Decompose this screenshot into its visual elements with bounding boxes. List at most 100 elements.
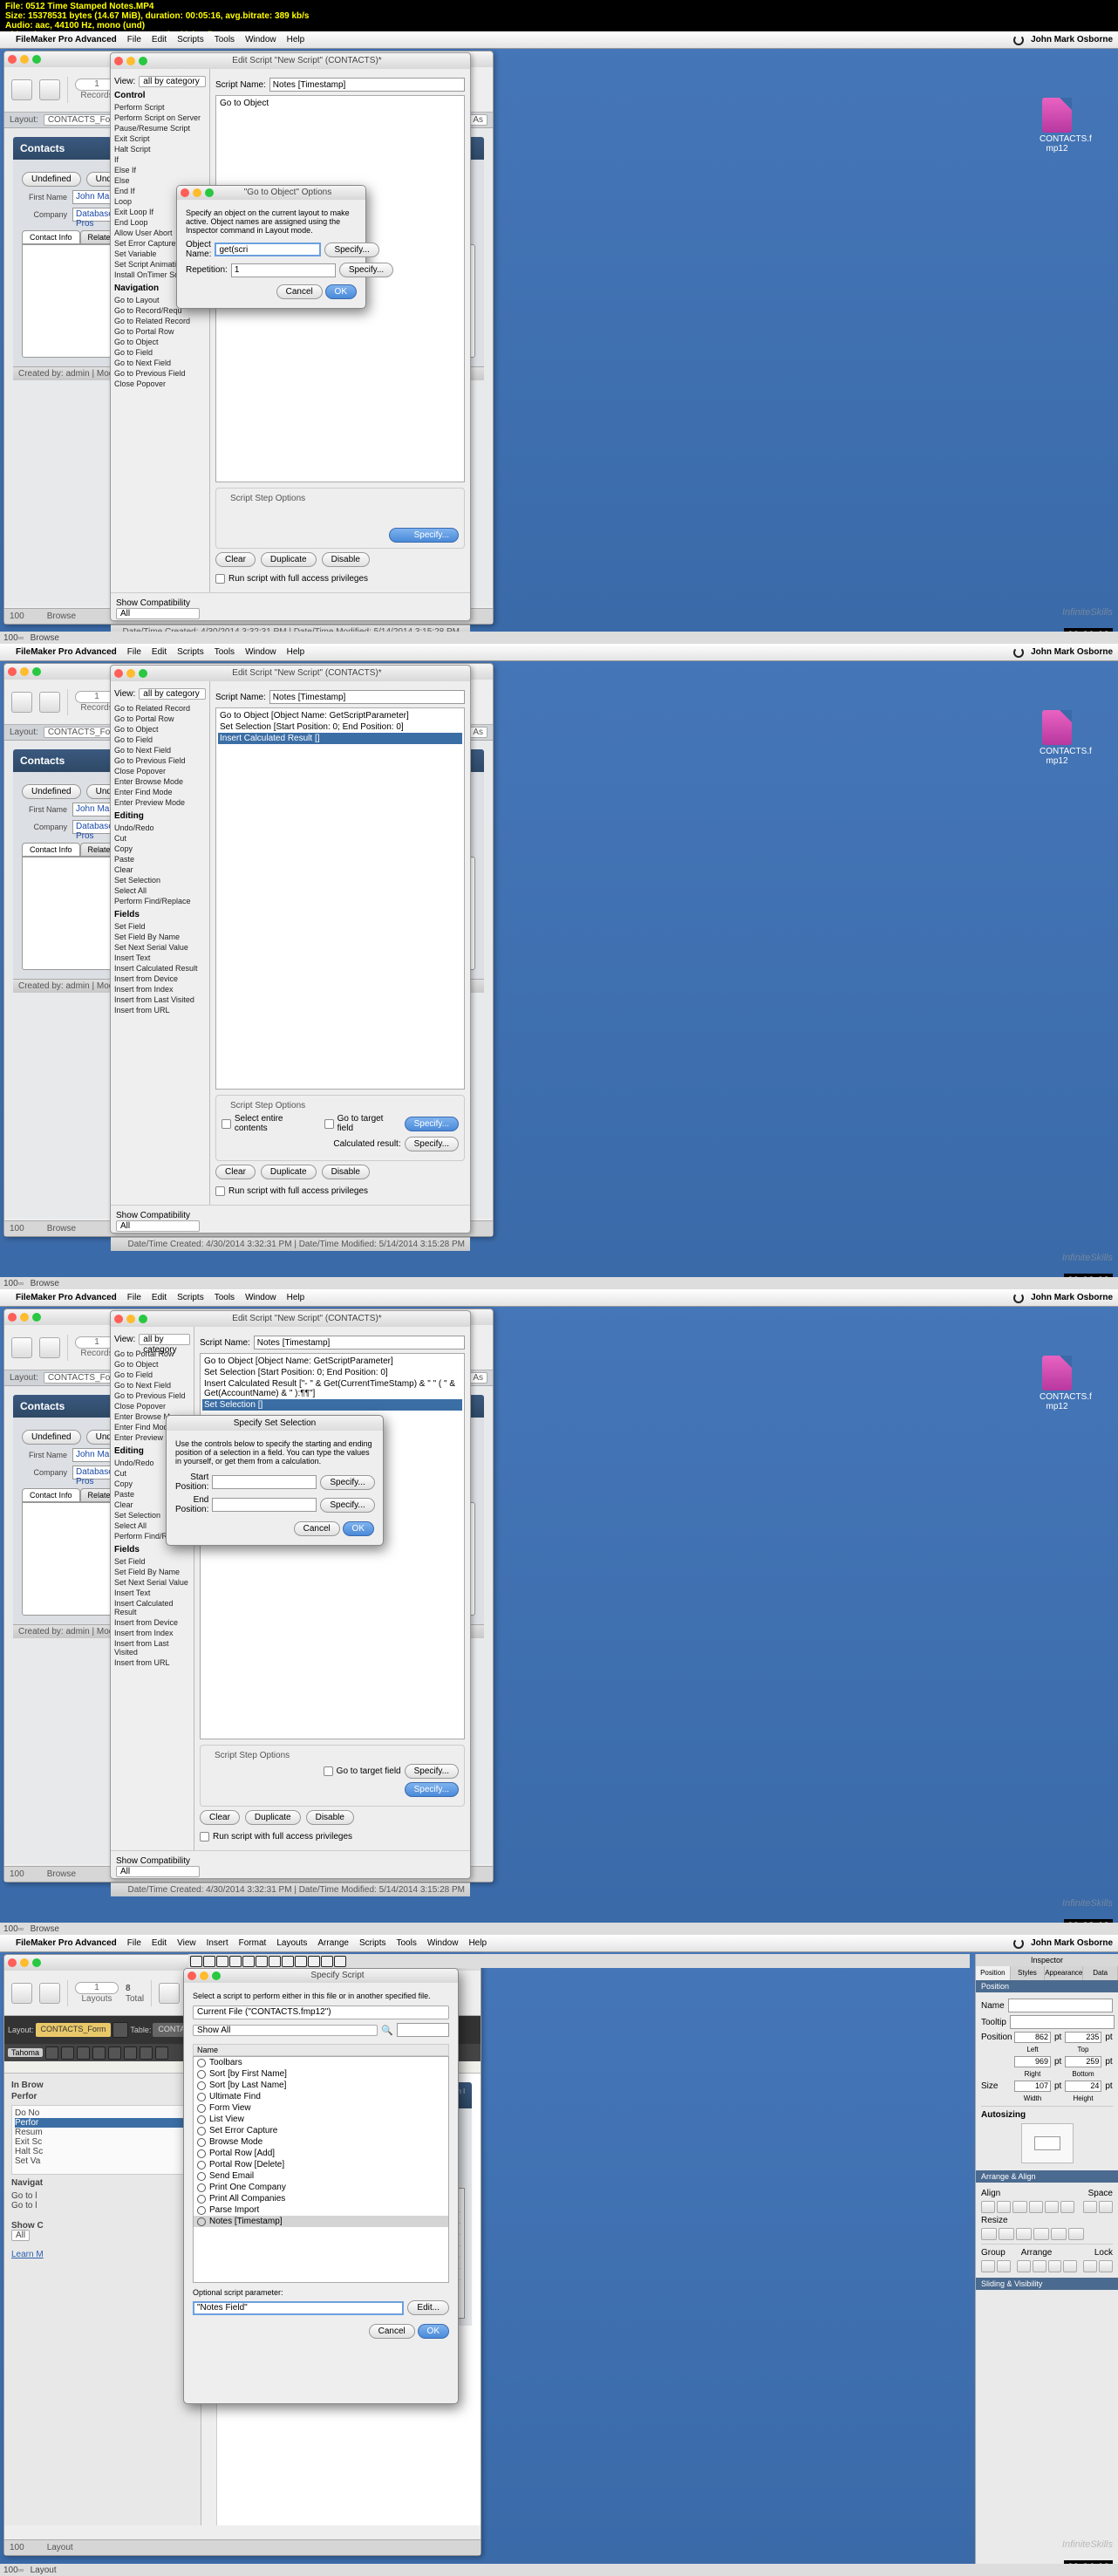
menu-view[interactable]: View [177, 1938, 196, 1948]
specify-button[interactable]: Specify... [405, 1137, 459, 1151]
resize-button[interactable] [1068, 2228, 1084, 2240]
app-name[interactable]: FileMaker Pro Advanced [16, 1293, 117, 1302]
user-name[interactable]: John Mark Osborne [1031, 1293, 1113, 1302]
object-name-field[interactable] [215, 243, 321, 256]
menu-insert[interactable]: Insert [207, 1938, 228, 1948]
specify-button[interactable]: Specify... [405, 1117, 459, 1131]
zoom-icon[interactable] [32, 667, 41, 676]
step-item[interactable]: Perform Script on Server [114, 113, 206, 123]
menu-window[interactable]: Window [427, 1938, 459, 1948]
script-step[interactable]: Set Selection [Start Position: 0; End Po… [218, 721, 462, 733]
menu-tools[interactable]: Tools [215, 1293, 235, 1302]
list-item[interactable]: Toolbars [194, 2057, 448, 2068]
pos-top[interactable]: 235 [1065, 2032, 1101, 2043]
field-tool[interactable] [269, 1956, 281, 1967]
clear-button[interactable]: Clear [215, 552, 256, 567]
oval-tool[interactable] [256, 1956, 268, 1967]
tab-contact-info[interactable]: Contact Info [22, 843, 80, 857]
step-item[interactable]: Cut [114, 833, 206, 844]
step-item[interactable]: Insert from Index [114, 984, 206, 994]
close-icon[interactable] [187, 1971, 196, 1980]
select-entire-checkbox[interactable] [222, 1119, 231, 1129]
menu-edit[interactable]: Edit [152, 35, 167, 44]
step-item[interactable]: Insert from Device [114, 1617, 190, 1628]
script-step[interactable]: Go to Object [Object Name: GetScriptPara… [202, 1356, 462, 1367]
start-field[interactable] [212, 1475, 317, 1489]
align-button[interactable] [1045, 2201, 1059, 2213]
list-item-selected[interactable]: Notes [Timestamp] [194, 2216, 448, 2227]
step-item[interactable]: Insert Text [114, 953, 206, 963]
line-button[interactable] [155, 2046, 168, 2060]
unlock-button[interactable] [1099, 2260, 1113, 2272]
script-step[interactable]: Go to Object [Object Name: GetScriptPara… [218, 710, 462, 721]
step-item[interactable]: Go to Previous Field [114, 755, 206, 766]
step-item[interactable]: Go to Related Record [114, 703, 206, 714]
align-right-button[interactable] [124, 2046, 137, 2060]
tab-styles[interactable]: Styles [1011, 1966, 1046, 1980]
close-icon[interactable] [8, 1313, 17, 1322]
cancel-button[interactable]: Cancel [276, 284, 323, 299]
new-layout-button[interactable] [159, 1983, 180, 2004]
list-item[interactable]: Portal Row [Add] [194, 2148, 448, 2159]
menu-file[interactable]: File [127, 1293, 141, 1302]
list-item[interactable]: Sort [by First Name] [194, 2068, 448, 2080]
close-icon[interactable] [8, 667, 17, 676]
menu-help[interactable]: Help [468, 1938, 487, 1948]
list-item[interactable]: Sort [by Last Name] [194, 2080, 448, 2091]
script-step-list[interactable]: View:all by category Go to Related Recor… [111, 681, 210, 1205]
menu-tools[interactable]: Tools [215, 35, 235, 44]
view-dropdown[interactable]: all by category [139, 1334, 190, 1345]
script-name-field[interactable] [254, 1336, 465, 1349]
group-button[interactable] [981, 2260, 995, 2272]
script-step-selected[interactable]: Insert Calculated Result [] [218, 733, 462, 744]
ungroup-button[interactable] [997, 2260, 1011, 2272]
layout-nav[interactable]: 1Layouts [75, 1982, 119, 2004]
step-item[interactable]: Set Field [114, 1556, 190, 1567]
space-button[interactable] [1099, 2201, 1113, 2213]
layout-select[interactable]: CONTACTS_Form [36, 2023, 112, 2037]
menu-file[interactable]: File [127, 35, 141, 44]
script-step[interactable]: Go to Object [218, 98, 462, 109]
fp-item[interactable]: Resum [15, 2128, 190, 2137]
menu-help[interactable]: Help [287, 647, 305, 657]
fill-button[interactable] [140, 2046, 153, 2060]
step-item[interactable]: Go to Next Field [114, 358, 206, 368]
zoom-value[interactable]: 100 [10, 1869, 24, 1879]
desktop-file-icon[interactable]: CONTACTS.fmp12 [1040, 710, 1074, 766]
app-name[interactable]: FileMaker Pro Advanced [16, 1938, 117, 1948]
file-dropdown[interactable]: Current File ("CONTACTS.fmp12") [193, 2005, 449, 2019]
list-item[interactable]: List View [194, 2114, 448, 2125]
align-center-button[interactable] [108, 2046, 121, 2060]
step-item[interactable]: Insert from URL [114, 1657, 190, 1668]
zoom-icon[interactable] [212, 1971, 221, 1980]
rrect-tool[interactable] [242, 1956, 255, 1967]
align-left-button[interactable] [92, 2046, 106, 2060]
menu-scripts[interactable]: Scripts [359, 1938, 386, 1948]
list-item[interactable]: Print All Companies [194, 2193, 448, 2204]
zoom-icon[interactable] [32, 1958, 41, 1967]
mode-label[interactable]: Layout [47, 2543, 73, 2552]
step-item[interactable]: If [114, 154, 206, 165]
undefined-button-1[interactable]: Undefined [22, 1430, 81, 1445]
fp-item[interactable]: Set Va [15, 2156, 190, 2166]
align-button[interactable] [1012, 2201, 1026, 2213]
user-name[interactable]: John Mark Osborne [1031, 647, 1113, 657]
step-item[interactable]: Insert from Last Visited [114, 1638, 190, 1657]
zoom-icon[interactable] [139, 57, 147, 65]
menu-edit[interactable]: Edit [152, 1938, 167, 1948]
view-dropdown[interactable]: all by category [139, 76, 206, 87]
pos-right[interactable]: 969 [1014, 2056, 1051, 2067]
menu-window[interactable]: Window [245, 1293, 276, 1302]
menu-help[interactable]: Help [287, 35, 305, 44]
zoom-value[interactable]: 100 [10, 2543, 24, 2552]
section-arrange[interactable]: Arrange & Align [976, 2170, 1118, 2183]
resize-button[interactable] [1033, 2228, 1049, 2240]
step-item[interactable]: Enter Preview Mode [114, 797, 206, 808]
layout-number[interactable]: 1 [75, 1982, 119, 1994]
go-target-checkbox[interactable] [324, 1119, 334, 1129]
align-button[interactable] [1029, 2201, 1043, 2213]
specify-button[interactable]: Specify... [405, 1782, 459, 1797]
zoom-icon[interactable] [32, 1313, 41, 1322]
end-field[interactable] [212, 1498, 317, 1512]
menu-file[interactable]: File [127, 1938, 141, 1948]
